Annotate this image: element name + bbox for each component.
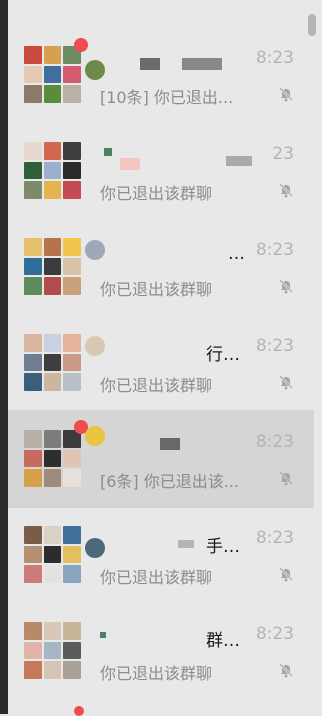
chat-preview: [6条] 你已退出该... [100, 472, 240, 491]
chat-preview: 你已退出该群聊 [100, 376, 213, 395]
chat-time: 8:23 [255, 336, 294, 356]
chat-time: 23 [272, 144, 294, 164]
chat-preview: 你已退出该群聊 [100, 664, 213, 683]
unread-dot [74, 706, 84, 716]
group-avatar [24, 430, 81, 487]
chat-preview: 你已退出该群聊 [100, 568, 213, 587]
window-left-edge [0, 0, 8, 714]
unread-dot [74, 38, 88, 52]
bell-off-icon [279, 567, 293, 582]
redacted-title-part [160, 438, 180, 450]
group-avatar [24, 334, 81, 391]
member-avatar [85, 336, 105, 356]
group-avatar [24, 142, 81, 199]
group-avatar [24, 622, 81, 679]
redacted-title-part [140, 58, 160, 70]
chat-list-item[interactable]: 手… 8:23 你已退出该群聊 [8, 508, 314, 604]
chat-time: 8:23 [255, 48, 294, 68]
chat-list-item[interactable]: 群… 8:23 你已退出该群聊 [8, 604, 314, 700]
bell-off-icon [279, 663, 293, 678]
chat-title: … [228, 244, 245, 264]
member-avatar [85, 426, 105, 446]
chat-title: 手… [206, 537, 240, 557]
bell-off-icon [279, 375, 293, 390]
redacted-title-part [226, 156, 252, 166]
group-avatar [24, 238, 81, 295]
group-avatar [24, 46, 81, 103]
chat-list-item[interactable]: 8:23 [10条] 你已退出... [8, 0, 314, 107]
redacted-title-part [178, 540, 194, 548]
chat-list-item[interactable]: … 8:23 你已退出该群聊 [8, 192, 314, 299]
member-avatar [85, 240, 105, 260]
member-avatar [85, 60, 105, 80]
redacted-title-part [120, 158, 140, 170]
group-avatar [24, 526, 81, 583]
chat-time: 8:23 [255, 240, 294, 260]
scrollbar-thumb[interactable] [308, 14, 316, 36]
chat-time: 8:23 [255, 624, 294, 644]
chat-list-item[interactable]: 行… 8:23 你已退出该群聊 [8, 288, 314, 395]
chat-time: 8:23 [255, 432, 294, 452]
redacted-title-part [104, 148, 112, 156]
chat-title: 行… [206, 345, 240, 365]
redacted-title-part [182, 58, 222, 70]
bell-off-icon [279, 471, 293, 486]
chat-title: 群… [206, 631, 240, 651]
redacted-title-part [100, 632, 106, 638]
chat-list-item-selected[interactable]: 8:23 [6条] 你已退出该... [8, 410, 314, 508]
chat-list: 8:23 [10条] 你已退出... 23 你已退出该群聊 … 8:23 你已退… [8, 0, 314, 716]
chat-time: 8:23 [255, 528, 294, 548]
chat-list-item[interactable]: 23 你已退出该群聊 [8, 96, 314, 203]
member-avatar [85, 538, 105, 558]
